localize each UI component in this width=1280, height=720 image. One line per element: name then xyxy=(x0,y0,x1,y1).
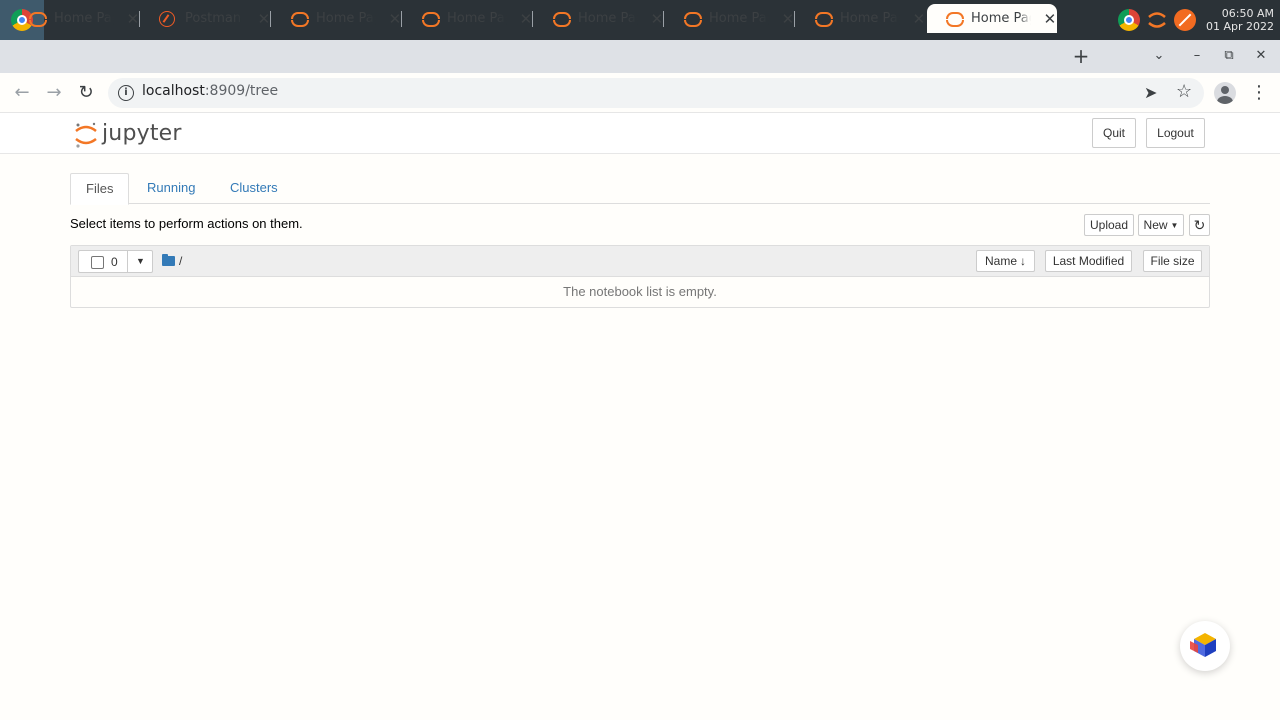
profile-avatar-icon[interactable] xyxy=(1214,82,1236,104)
tab-close-icon[interactable]: ✕ xyxy=(781,10,795,28)
jupyter-icon xyxy=(814,11,833,27)
jupyter-icon xyxy=(421,11,440,27)
jupyter-logo-text: jupyter xyxy=(102,121,182,146)
new-dropdown-button[interactable]: New ▼ xyxy=(1138,214,1184,236)
clock-date: 01 Apr 2022 xyxy=(1205,20,1274,33)
new-button-label: New xyxy=(1143,218,1168,232)
selected-count: 0 xyxy=(111,255,118,269)
tab-separator xyxy=(270,11,271,27)
new-tab-button[interactable]: + xyxy=(1070,45,1092,67)
sort-name-label: Name xyxy=(984,254,1017,268)
browser-toolbar: ← → ↻ i localhost:8909/tree ➤ ☆ ⋮ xyxy=(0,73,1280,113)
close-window-icon[interactable]: ✕ xyxy=(1250,45,1272,67)
tab-title: Home Page xyxy=(447,11,507,26)
browser-tab[interactable]: Home Page ✕ xyxy=(927,4,1057,33)
tab-close-icon[interactable]: ✕ xyxy=(126,10,140,28)
tab-title: Home Page xyxy=(709,11,769,26)
forward-icon[interactable]: → xyxy=(42,81,66,105)
tab-close-icon[interactable]: ✕ xyxy=(650,10,664,28)
jupyter-header: jupyter Quit Logout xyxy=(0,113,1280,154)
tab-search-icon[interactable]: ⌄ xyxy=(1148,45,1170,67)
jupyter-icon xyxy=(290,11,309,27)
caret-down-icon: ▼ xyxy=(1170,220,1179,230)
select-all-checkbox[interactable] xyxy=(91,256,104,269)
tab-title: Home Page xyxy=(316,11,376,26)
selection-hint: Select items to perform actions on them. xyxy=(70,216,303,231)
tab-title: Home Page xyxy=(578,11,638,26)
tab-title: Home Page xyxy=(54,11,114,26)
tab-separator xyxy=(401,11,402,27)
jupyter-logo[interactable]: jupyter xyxy=(72,118,192,150)
jupyter-tab-bar: Files Running Clusters xyxy=(70,173,1210,205)
tab-close-icon[interactable]: ✕ xyxy=(257,10,271,28)
system-tray xyxy=(1118,7,1196,33)
logout-button[interactable]: Logout xyxy=(1146,118,1205,148)
quit-button[interactable]: Quit xyxy=(1092,118,1136,148)
jupyter-icon xyxy=(28,11,47,27)
tab-clusters[interactable]: Clusters xyxy=(215,173,293,204)
tab-title: Home Page xyxy=(971,11,1031,26)
tab-title: Postman - xyxy=(185,11,245,26)
upload-button[interactable]: Upload xyxy=(1084,214,1134,236)
bookmark-star-icon[interactable]: ☆ xyxy=(1176,81,1192,102)
address-bar[interactable]: i localhost:8909/tree ➤ ☆ xyxy=(108,78,1204,108)
jupyter-icon xyxy=(552,11,571,27)
browser-tab[interactable]: Postman - ✕ xyxy=(141,4,271,33)
reload-icon[interactable]: ↻ xyxy=(74,81,98,105)
jupyter-icon xyxy=(945,11,964,27)
site-info-icon[interactable]: i xyxy=(118,85,134,101)
empty-list-message: The notebook list is empty. xyxy=(563,284,717,299)
browser-tab[interactable]: Home Page ✕ xyxy=(10,4,140,33)
select-menu-caret-icon[interactable]: ▼ xyxy=(127,250,153,273)
browser-menu-icon[interactable]: ⋮ xyxy=(1250,81,1268,105)
refresh-icon[interactable]: ↻ xyxy=(1189,214,1210,236)
postman-icon xyxy=(159,10,175,27)
sort-file-size-button[interactable]: File size xyxy=(1143,250,1202,272)
back-icon[interactable]: ← xyxy=(10,81,34,105)
arrow-down-icon: ↓ xyxy=(1020,254,1026,268)
url-path: :8909/tree xyxy=(204,83,279,99)
browser-tab[interactable]: Home Page ✕ xyxy=(403,4,533,33)
browser-tab[interactable]: Home Page ✕ xyxy=(665,4,795,33)
tab-title: Home Page xyxy=(840,11,900,26)
tab-close-icon[interactable]: ✕ xyxy=(388,10,402,28)
clock-time: 06:50 AM xyxy=(1221,7,1274,20)
browser-tab[interactable]: Home Page ✕ xyxy=(534,4,664,33)
tab-running[interactable]: Running xyxy=(132,173,210,204)
tab-separator xyxy=(794,11,795,27)
tab-separator xyxy=(139,11,140,27)
select-all-group: 0 ▼ xyxy=(78,250,153,273)
notebook-list: 0 ▼ / Name ↓ Last Modified File size The… xyxy=(70,245,1210,308)
system-clock[interactable]: 06:50 AM 01 Apr 2022 xyxy=(1198,7,1274,33)
url-host: localhost xyxy=(142,83,205,99)
browser-tab[interactable]: Home Page ✕ xyxy=(272,4,402,33)
send-to-device-icon[interactable]: ➤ xyxy=(1144,83,1157,103)
folder-icon[interactable] xyxy=(162,254,175,266)
sort-name-button[interactable]: Name ↓ xyxy=(976,250,1035,272)
cube-logo-icon xyxy=(1190,633,1216,657)
restore-icon[interactable]: ⧉ xyxy=(1218,45,1240,67)
notebook-list-header: 0 ▼ / Name ↓ Last Modified File size xyxy=(71,246,1209,277)
compass-icon[interactable] xyxy=(1174,9,1196,31)
floating-assistant-button[interactable] xyxy=(1180,621,1230,671)
browser-tab[interactable]: Home Page ✕ xyxy=(796,4,926,33)
chrome-icon[interactable] xyxy=(1118,9,1140,31)
tab-separator xyxy=(532,11,533,27)
jupyter-icon xyxy=(683,11,702,27)
tab-close-icon[interactable]: ✕ xyxy=(519,10,533,28)
tab-close-icon[interactable]: ✕ xyxy=(1043,10,1057,28)
tab-close-icon[interactable]: ✕ xyxy=(912,10,926,28)
jupyter-icon[interactable] xyxy=(1146,9,1168,31)
sort-last-modified-button[interactable]: Last Modified xyxy=(1045,250,1132,272)
tab-separator xyxy=(663,11,664,27)
url-text[interactable]: localhost:8909/tree xyxy=(142,83,278,99)
minimize-icon[interactable]: – xyxy=(1186,45,1208,67)
jupyter-logo-icon xyxy=(75,122,97,148)
breadcrumb[interactable]: / xyxy=(179,254,182,268)
tab-files[interactable]: Files xyxy=(70,173,130,205)
